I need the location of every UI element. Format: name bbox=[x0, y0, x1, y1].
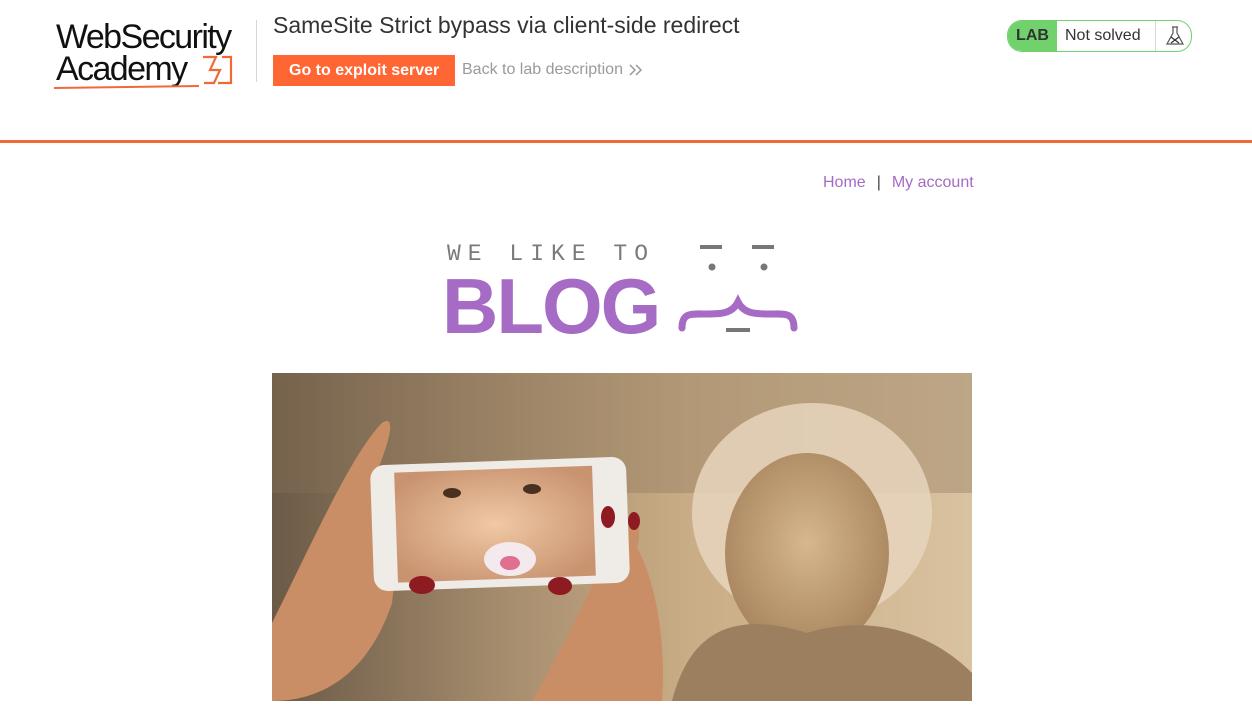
go-to-exploit-server-button[interactable]: Go to exploit server bbox=[273, 55, 456, 86]
flask-icon bbox=[1165, 26, 1185, 45]
bracket-face-icon bbox=[678, 245, 798, 332]
back-to-lab-description-link[interactable]: Back to lab description bbox=[462, 61, 643, 79]
blog-post-illustration bbox=[272, 373, 972, 701]
lab-status-widget: LAB Not solved bbox=[1007, 20, 1192, 52]
logo-text-line1: WebSecurity bbox=[56, 18, 232, 56]
logo-underline bbox=[54, 85, 200, 89]
blog-navigation: Home | My account bbox=[823, 174, 974, 192]
web-security-academy-logo[interactable]: WebSecurity Academy bbox=[54, 18, 254, 92]
lab-status-separator bbox=[1155, 21, 1156, 51]
logo-text-line2: Academy bbox=[56, 50, 188, 88]
home-link[interactable]: Home bbox=[823, 174, 866, 191]
lab-title: SameSite Strict bypass via client-side r… bbox=[273, 12, 740, 38]
my-account-link[interactable]: My account bbox=[892, 174, 974, 191]
blog-post-image[interactable] bbox=[272, 373, 972, 701]
lab-status-text: Not solved bbox=[1065, 27, 1141, 44]
bolt-icon bbox=[203, 55, 233, 85]
academy-header: WebSecurity Academy SameSite Strict bypa… bbox=[0, 0, 1252, 143]
banner-title: BLOG bbox=[442, 262, 661, 350]
nav-separator: | bbox=[876, 174, 881, 191]
lab-badge: LAB bbox=[1008, 21, 1057, 51]
header-divider bbox=[256, 20, 257, 82]
back-link-label: Back to lab description bbox=[462, 61, 623, 78]
chevrons-right-icon bbox=[629, 64, 643, 76]
